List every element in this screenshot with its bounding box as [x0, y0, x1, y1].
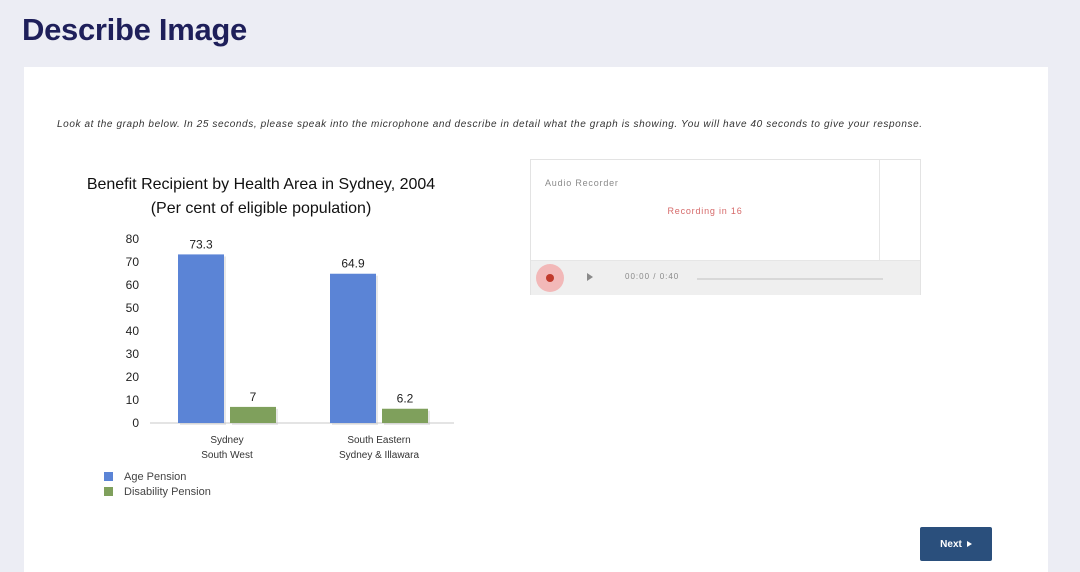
bar-chart: 0 10 20 30 40 50 60 70 80 73.3 64.9 7 6.2 Sydney South…: [56, 167, 476, 507]
progress-track[interactable]: [697, 278, 883, 280]
next-label: Next: [940, 538, 962, 550]
x-tick-label: Sydney: [210, 435, 243, 446]
data-label: 7: [250, 390, 257, 404]
bar: [178, 254, 224, 423]
legend-swatch: [104, 472, 113, 481]
next-button[interactable]: Next: [920, 527, 992, 561]
data-label: 64.9: [341, 257, 365, 271]
chart-legend: Age Pension Disability Pension: [104, 469, 211, 499]
bar: [230, 406, 276, 423]
recorder-title: Audio Recorder: [545, 178, 619, 188]
chart-title-block: Benefit Recipient by Health Area in Sydn…: [56, 173, 466, 221]
y-tick-label: 50: [126, 301, 140, 315]
data-label: 73.3: [189, 237, 213, 251]
bar: [330, 273, 376, 423]
legend-item-age-pension: Age Pension: [104, 469, 211, 484]
data-label: 6.2: [397, 392, 414, 406]
record-icon: [546, 274, 554, 282]
question-card: Look at the graph below. In 25 seconds, …: [24, 67, 1048, 572]
chevron-right-icon: [966, 541, 972, 547]
page-title: Describe Image: [22, 12, 247, 47]
legend-label: Disability Pension: [124, 485, 211, 498]
y-tick-label: 40: [126, 324, 140, 338]
legend-swatch: [104, 487, 113, 496]
play-icon[interactable]: [587, 273, 593, 281]
time-display: 00:00 / 0:40: [625, 272, 680, 281]
legend-label: Age Pension: [124, 470, 187, 483]
recorder-divider: [879, 160, 880, 260]
y-tick-label: 20: [126, 370, 140, 384]
y-tick-label: 0: [132, 416, 139, 430]
chart-title: Benefit Recipient by Health Area in Sydn…: [86, 176, 436, 193]
x-tick-label: South Eastern: [347, 435, 410, 446]
legend-item-disability-pension: Disability Pension: [104, 484, 211, 499]
audio-recorder: Audio Recorder Recording in 16 00:00 / 0…: [530, 159, 921, 295]
y-tick-label: 70: [126, 255, 140, 269]
y-tick-label: 80: [126, 232, 140, 246]
x-tick-label: Sydney & Illawara: [339, 450, 419, 461]
bar: [382, 408, 428, 423]
y-tick-label: 60: [126, 278, 140, 292]
recording-status: Recording in 16: [667, 206, 743, 216]
record-button[interactable]: [536, 264, 564, 292]
recorder-controls: 00:00 / 0:40: [531, 260, 920, 295]
y-tick-label: 30: [126, 347, 140, 361]
x-tick-label: South West: [201, 450, 253, 461]
chart-subtitle: (Per cent of eligible population): [150, 200, 372, 217]
instructions-text: Look at the graph below. In 25 seconds, …: [57, 119, 923, 130]
y-tick-label: 10: [126, 393, 140, 407]
